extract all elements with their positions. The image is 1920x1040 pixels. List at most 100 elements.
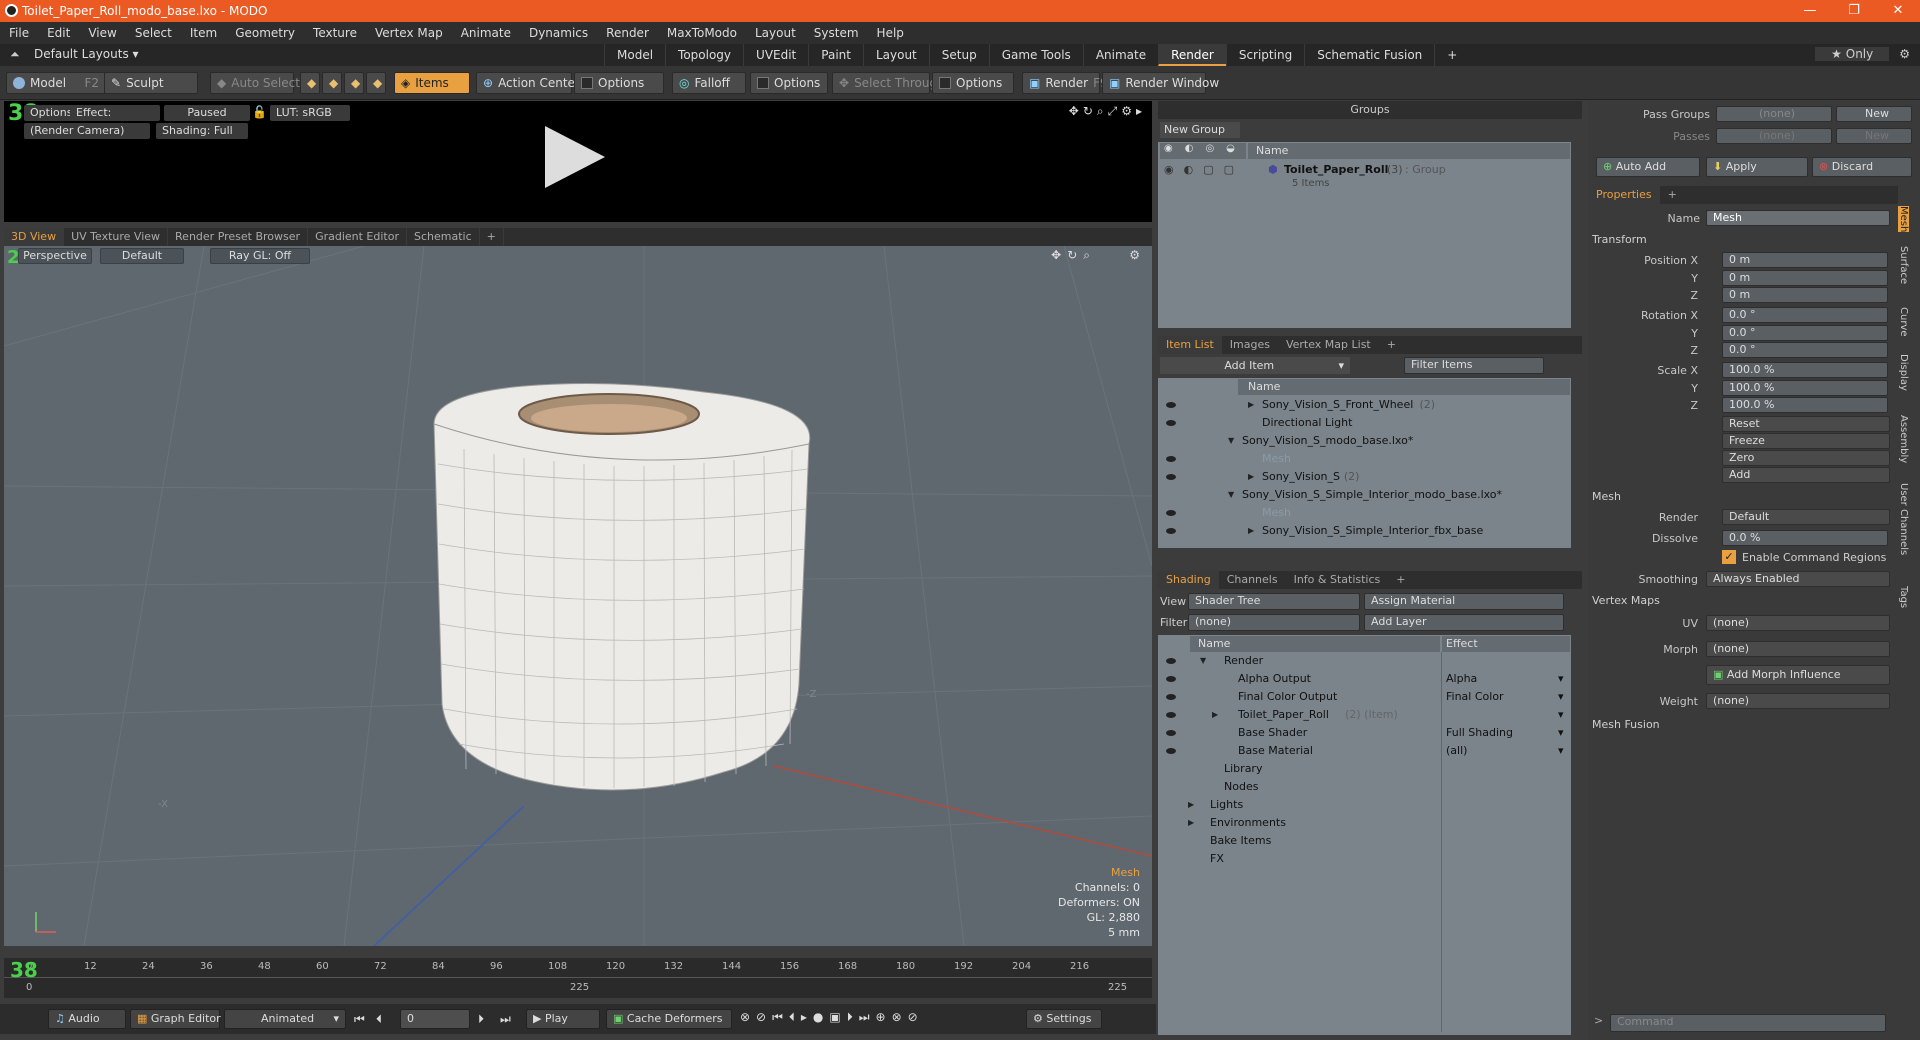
preview-lut-dropdown[interactable]: LUT: sRGB [270,105,350,121]
shader-tree-row[interactable]: Base Shader Full Shading ▾ [1158,724,1571,742]
expand-arrow-icon[interactable]: ▶ [1248,396,1254,414]
auto-select-button[interactable]: ◆ Auto Select [210,72,300,94]
expand-arrow-icon[interactable]: ▼ [1228,432,1234,450]
add-morph-influence-button[interactable]: ▣ Add Morph Influence [1706,665,1890,685]
tab-item-list[interactable]: Item List [1158,336,1222,354]
menu-view[interactable]: View [79,26,125,40]
item-list-row[interactable]: Directional Light [1158,414,1571,432]
visibility-eye-icon[interactable] [1166,402,1176,408]
rotation-y-input[interactable]: 0.0 ° [1722,325,1888,341]
select-vertices-button[interactable]: ◆ [300,72,320,94]
menu-texture[interactable]: Texture [304,26,366,40]
menu-render[interactable]: Render [597,26,658,40]
name-input[interactable]: Mesh [1706,210,1890,226]
model-mode-button[interactable]: Model F2 [6,72,106,94]
add-layer-dropdown[interactable]: Add Layer [1364,614,1564,631]
visibility-eye-icon[interactable] [1166,510,1176,516]
tab-images[interactable]: Images [1222,336,1278,354]
transform-section[interactable]: Transform [1592,233,1647,246]
weight-dropdown[interactable]: (none) [1706,693,1890,709]
visibility-eye-icon[interactable] [1166,658,1176,664]
render-window-button[interactable]: ▣ Render Window [1102,72,1219,94]
side-tab-display[interactable]: Display [1898,354,1909,391]
menu-edit[interactable]: Edit [38,26,79,40]
tab-topology[interactable]: Topology [665,44,743,66]
jump-start-button[interactable]: ⏮ [354,1012,365,1027]
scale-x-input[interactable]: 100.0 % [1722,362,1888,378]
sculpt-mode-button[interactable]: ✎ Sculpt [104,72,198,94]
rotation-z-input[interactable]: 0.0 ° [1722,342,1888,358]
default-style-dropdown[interactable]: Default [100,248,184,264]
shader-effect-value[interactable]: Alpha [1446,670,1477,688]
add-item-button[interactable]: Add Item ▾ [1160,357,1350,374]
action-center-options-button[interactable]: Options [574,72,664,94]
menu-system[interactable]: System [805,26,868,40]
vertex-maps-section[interactable]: Vertex Maps [1592,594,1660,607]
tab-render[interactable]: Render [1158,44,1226,66]
shader-tree-row[interactable]: ▶ Toilet_Paper_Roll (2) (Item) ▾ [1158,706,1571,724]
new-pass-group-button[interactable]: New [1836,106,1912,122]
audio-button[interactable]: ♫ Audio [48,1009,126,1029]
side-tab-tags[interactable]: Tags [1898,586,1909,608]
tab-3d-view[interactable]: 3D View [4,228,65,246]
visibility-eye-icon[interactable] [1166,694,1176,700]
menu-file[interactable]: File [0,26,38,40]
tab-vertex-map-list[interactable]: Vertex Map List [1278,336,1379,354]
expand-arrow-icon[interactable]: ▶ [1188,814,1194,832]
expand-arrow-icon[interactable]: ▼ [1200,652,1206,670]
shader-tree-row[interactable]: ▼ Render [1158,652,1571,670]
expand-arrow-icon[interactable]: ▶ [1248,468,1254,486]
tab-game-tools[interactable]: Game Tools [988,44,1083,66]
side-tab-user-channels[interactable]: User Channels [1898,483,1909,555]
tab-scripting[interactable]: Scripting [1225,44,1304,66]
tab-layout[interactable]: Layout [862,44,929,66]
item-list-row[interactable]: ▼ Sony_Vision_S_modo_base.lxo* [1158,432,1571,450]
maximize-button[interactable]: ❐ [1832,0,1876,22]
options-checkbox-1[interactable] [581,77,593,89]
tab-channels[interactable]: Channels [1219,571,1286,589]
tab-schematic-fusion[interactable]: Schematic Fusion [1304,44,1434,66]
tab-gradient-editor[interactable]: Gradient Editor [308,228,407,246]
scale-z-input[interactable]: 100.0 % [1722,397,1888,413]
filter-items-input[interactable]: Filter Items [1404,357,1544,374]
falloff-button[interactable]: ◎ Falloff [672,72,746,94]
select-materials-button[interactable]: ◆ [366,72,386,94]
new-group-button[interactable]: New Group [1160,122,1240,138]
shader-tree-row[interactable]: Library [1158,760,1571,778]
menu-maxtomodo[interactable]: MaxToModo [658,26,746,40]
side-tab-assembly[interactable]: Assembly [1898,415,1909,463]
tab-paint[interactable]: Paint [808,44,863,66]
visibility-eye-icon[interactable] [1166,420,1176,426]
shader-filter-dropdown[interactable]: (none) [1188,614,1360,631]
perspective-dropdown[interactable]: Perspective [18,248,92,264]
items-mode-button[interactable]: ◈ Items [394,72,470,94]
timeline-settings-button[interactable]: ⚙ Settings [1026,1009,1102,1029]
expand-arrow-icon[interactable]: ▶ [1212,706,1218,724]
shader-effect-value[interactable]: Final Color [1446,688,1504,706]
position-y-input[interactable]: 0 m [1722,270,1888,286]
dissolve-input[interactable]: 0.0 % [1722,530,1888,546]
chevron-down-icon[interactable]: ▾ [1558,742,1564,760]
visibility-eye-icon[interactable] [1166,676,1176,682]
cache-deformers-button[interactable]: ▣ Cache Deformers [606,1009,732,1029]
menu-select[interactable]: Select [126,26,181,40]
raygl-toggle[interactable]: Ray GL: Off [210,248,310,264]
select-through-button[interactable]: ✥ Select Through [832,72,945,94]
tab-render-preset-browser[interactable]: Render Preset Browser [168,228,309,246]
visibility-eye-icon[interactable] [1166,730,1176,736]
preview-effect-dropdown[interactable]: Effect: (Shadi... [70,105,160,135]
close-button[interactable]: ✕ [1876,0,1920,22]
item-list-row[interactable]: ▼ Sony_Vision_S_Simple_Interior_modo_base… [1158,486,1571,504]
chevron-down-icon[interactable]: ▾ [1558,670,1564,688]
assign-material-button[interactable]: Assign Material [1364,593,1564,610]
add-viewtab-button[interactable]: + [480,228,504,246]
toilet-paper-roll-mesh[interactable] [404,374,824,844]
side-tab-curve[interactable]: Curve [1898,307,1909,337]
preview-view-controls[interactable]: ✥↻⌕⤢⚙▸ [1069,104,1146,119]
command-input[interactable]: Command [1610,1014,1886,1032]
visibility-eye-icon[interactable] [1166,456,1176,462]
timeline[interactable]: 0 12 24 36 48 60 72 84 96 108 120 132 144 156 168 180 19… [4,958,1152,998]
tab-model[interactable]: Model [604,44,665,66]
menu-dynamics[interactable]: Dynamics [520,26,597,40]
lock-icon[interactable]: 🔓 [252,105,267,119]
